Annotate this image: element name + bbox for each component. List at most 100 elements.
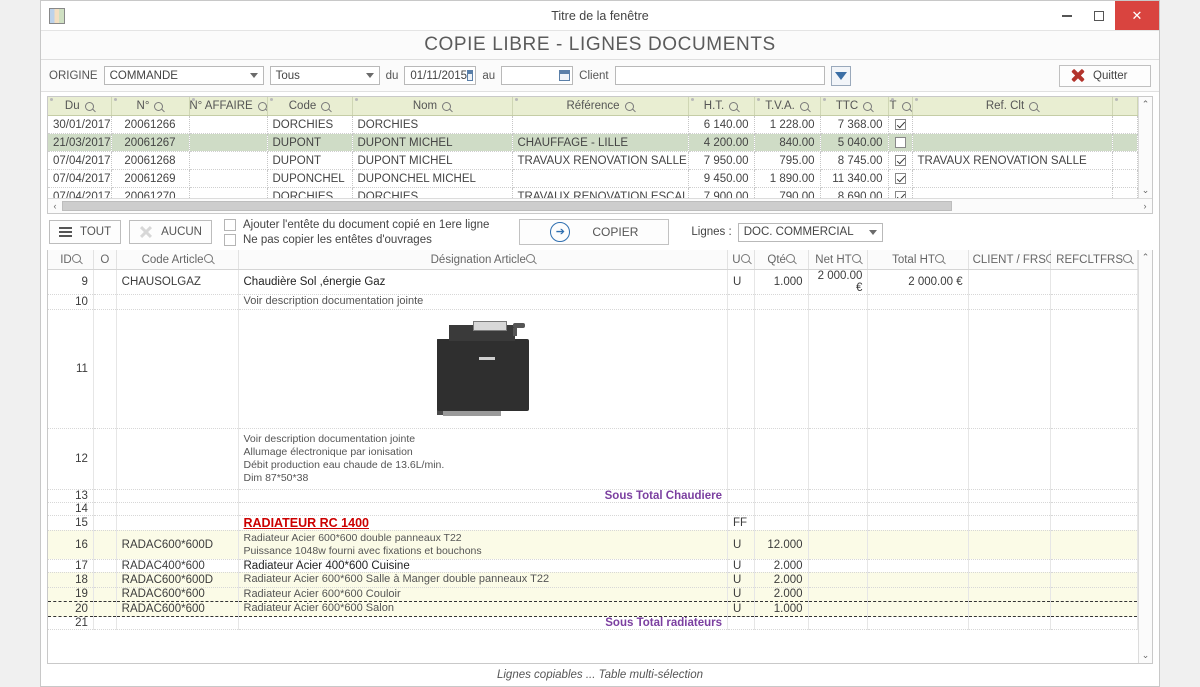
table-row[interactable]: 15 RADIATEUR RC 1400 FF bbox=[48, 515, 1138, 531]
scroll-left-icon[interactable]: ‹ bbox=[48, 201, 62, 211]
lines-vertical-scrollbar[interactable]: ⌃ ⌄ bbox=[1138, 250, 1152, 663]
checkbox-transferred[interactable] bbox=[894, 136, 906, 148]
search-icon[interactable] bbox=[851, 253, 861, 263]
table-row[interactable]: 18 RADAC600*600D Radiateur Acier 600*600 S… bbox=[48, 572, 1138, 588]
select-all-button[interactable]: TOUT bbox=[49, 220, 122, 244]
table-row[interactable]: 20 RADAC600*600 Radiateur Acier 600*600 Sa… bbox=[48, 601, 1138, 617]
search-icon[interactable] bbox=[321, 101, 331, 111]
column-header-h-t-[interactable]: H.T. bbox=[688, 97, 755, 116]
cell-unit: U bbox=[727, 530, 755, 560]
copier-button[interactable]: ➔ COPIER bbox=[519, 219, 670, 245]
search-icon[interactable] bbox=[203, 253, 213, 263]
column-header-net-ht[interactable]: Net HT bbox=[808, 250, 869, 270]
column-header-code-article[interactable]: Code Article bbox=[116, 250, 239, 270]
column-header-n-affaire[interactable]: N° AFFAIRE bbox=[189, 97, 268, 116]
table-row[interactable]: 13 Sous Total Chaudiere bbox=[48, 489, 1138, 503]
select-none-button[interactable]: AUCUN bbox=[129, 220, 212, 244]
cell-refcltfrs bbox=[1050, 515, 1138, 531]
table-row[interactable]: 21 Sous Total radiateurs bbox=[48, 616, 1138, 630]
option-add-header-row[interactable]: Ajouter l'entête du document copié en 1e… bbox=[223, 218, 489, 231]
cell-o bbox=[93, 587, 117, 603]
search-icon[interactable] bbox=[863, 101, 873, 111]
column-header-id[interactable]: ID bbox=[48, 250, 94, 270]
search-icon[interactable] bbox=[525, 253, 535, 263]
date-to-input[interactable] bbox=[501, 66, 574, 85]
table-row[interactable]: 21/03/2017 20061267 DUPONT DUPONT MICHEL CHA… bbox=[48, 133, 1138, 152]
search-icon[interactable] bbox=[729, 101, 739, 111]
origine-select[interactable]: COMMANDE bbox=[103, 66, 264, 85]
search-icon[interactable] bbox=[740, 253, 750, 263]
table-row[interactable]: 19 RADAC600*600 Radiateur Acier 600*600 Co… bbox=[48, 587, 1138, 603]
scroll-thumb[interactable] bbox=[62, 201, 952, 211]
table-row[interactable]: 12 Voir description documentation jointe A… bbox=[48, 428, 1138, 490]
column-header-refcltfrs[interactable]: REFCLTFRS bbox=[1050, 250, 1138, 270]
documents-horizontal-scrollbar[interactable]: ‹ › bbox=[48, 198, 1152, 213]
search-icon[interactable] bbox=[442, 101, 452, 111]
date-from-input[interactable]: 01/11/2015 bbox=[404, 66, 477, 85]
table-row[interactable]: 9 CHAUSOLGAZ Chaudière Sol ,énergie Gaz U 1.… bbox=[48, 269, 1138, 295]
column-header-blank[interactable] bbox=[1112, 97, 1138, 116]
scroll-down-icon[interactable]: ⌄ bbox=[1142, 650, 1150, 661]
scroll-right-icon[interactable]: › bbox=[1138, 201, 1152, 211]
search-icon[interactable] bbox=[257, 101, 266, 111]
scroll-up-icon[interactable]: ⌃ bbox=[1142, 252, 1150, 263]
checkbox-transferred[interactable] bbox=[894, 118, 906, 130]
column-header-ref-clt[interactable]: Ref. Clt bbox=[912, 97, 1113, 116]
scroll-up-icon[interactable]: ⌃ bbox=[1142, 99, 1150, 110]
client-dropdown-button[interactable] bbox=[830, 65, 851, 86]
column-header-code[interactable]: Code bbox=[267, 97, 353, 116]
calendar-icon[interactable] bbox=[559, 70, 571, 81]
column-header-o[interactable]: O bbox=[93, 250, 117, 270]
column-header-n-[interactable]: N° bbox=[111, 97, 190, 116]
column-header-r-f-rence[interactable]: Référence bbox=[512, 97, 689, 116]
cell-id: 14 bbox=[48, 502, 94, 516]
column-header-qt-[interactable]: Qté bbox=[754, 250, 809, 270]
table-row[interactable]: 07/04/2017 20061268 DUPONT DUPONT MICHEL TRA… bbox=[48, 151, 1138, 170]
table-row[interactable]: 17 RADAC400*600 Radiateur Acier 400*600 Cu… bbox=[48, 559, 1138, 573]
column-header-t[interactable]: T bbox=[888, 97, 913, 116]
table-row[interactable]: 30/01/2017 20061266 DORCHIES DORCHIES 6 140.… bbox=[48, 115, 1138, 134]
option-skip-works-row[interactable]: Ne pas copier les entêtes d'ouvrages bbox=[223, 233, 489, 246]
checkbox-transferred[interactable] bbox=[894, 154, 906, 166]
column-header-client-frs[interactable]: CLIENT / FRS bbox=[968, 250, 1055, 270]
search-icon[interactable] bbox=[71, 253, 81, 263]
cell-ttc: 8 690.00 bbox=[820, 187, 889, 198]
cell-tva: 840.00 bbox=[754, 133, 821, 152]
search-icon[interactable] bbox=[154, 101, 164, 111]
checkbox-add-header[interactable] bbox=[223, 218, 236, 231]
search-icon[interactable] bbox=[785, 253, 795, 263]
type-select[interactable]: Tous bbox=[269, 66, 380, 85]
lignes-select[interactable]: DOC. COMMERCIAL bbox=[737, 222, 883, 242]
documents-vertical-scrollbar[interactable]: ⌃ ⌄ bbox=[1138, 97, 1152, 198]
search-icon[interactable] bbox=[84, 101, 94, 111]
checkbox-skip-works[interactable] bbox=[223, 233, 236, 246]
search-icon[interactable] bbox=[624, 101, 634, 111]
column-header-total-ht[interactable]: Total HT bbox=[867, 250, 969, 270]
table-row[interactable]: 16 RADAC600*600D Radiateur Acier 600*600 d… bbox=[48, 530, 1138, 560]
search-icon[interactable] bbox=[1029, 101, 1039, 111]
column-header-d-signation-article[interactable]: Désignation Article bbox=[238, 250, 728, 270]
column-header-t-v-a-[interactable]: T.V.A. bbox=[754, 97, 821, 116]
quitter-button[interactable]: Quitter bbox=[1059, 64, 1151, 87]
cell-o bbox=[93, 530, 117, 560]
calendar-icon[interactable] bbox=[467, 70, 474, 81]
scroll-down-icon[interactable]: ⌄ bbox=[1142, 185, 1150, 196]
checkbox-transferred[interactable] bbox=[894, 172, 906, 184]
client-input[interactable] bbox=[614, 66, 825, 85]
column-header-nom[interactable]: Nom bbox=[352, 97, 513, 116]
cell-id: 20 bbox=[48, 601, 94, 617]
table-row[interactable]: 07/04/2017 20061269 DUPONCHEL DUPONCHEL MIC… bbox=[48, 169, 1138, 188]
checkbox-transferred[interactable] bbox=[894, 190, 906, 198]
table-row[interactable]: 14 bbox=[48, 502, 1138, 516]
table-row[interactable]: 11 bbox=[48, 309, 1138, 429]
search-icon[interactable] bbox=[901, 101, 911, 111]
column-header-u[interactable]: U bbox=[727, 250, 755, 270]
search-icon[interactable] bbox=[934, 253, 944, 263]
table-row[interactable]: 07/04/2017 20061270 DORCHIES DORCHIES TRAVAU… bbox=[48, 187, 1138, 198]
column-header-ttc[interactable]: TTC bbox=[820, 97, 889, 116]
table-row[interactable]: 10 Voir description documentation jointe bbox=[48, 294, 1138, 310]
search-icon[interactable] bbox=[799, 101, 809, 111]
column-header-du[interactable]: Du bbox=[48, 97, 112, 116]
status-text: Lignes copiables ... Table multi-sélecti… bbox=[496, 669, 704, 681]
search-icon[interactable] bbox=[1123, 253, 1133, 263]
